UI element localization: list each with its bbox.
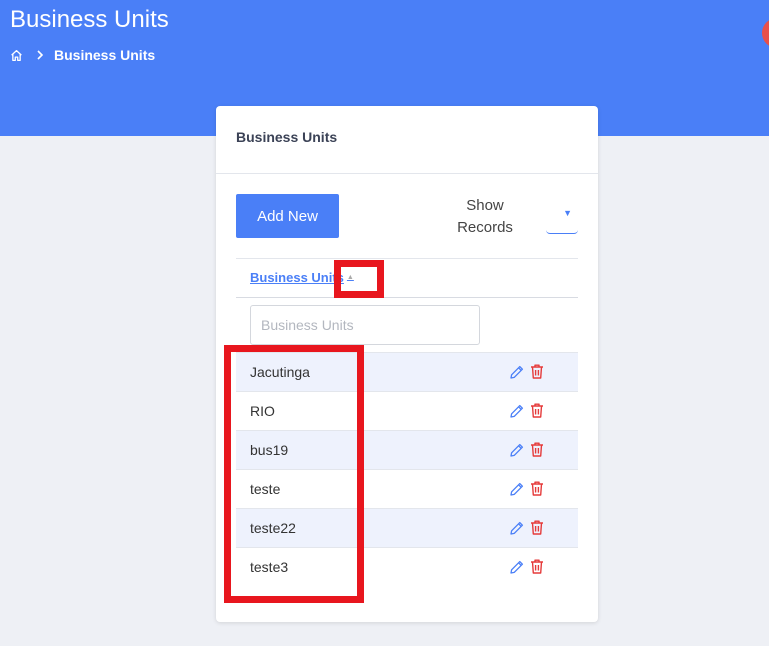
home-icon[interactable] (10, 47, 24, 63)
table-divider (236, 258, 578, 259)
records-per-page-select[interactable]: ▼ (546, 204, 578, 234)
annotation-box-rows (224, 345, 364, 603)
card-divider (216, 173, 598, 174)
page-title: Business Units (10, 6, 169, 33)
edit-icon[interactable] (507, 557, 526, 576)
add-new-button[interactable]: Add New (236, 194, 339, 238)
trash-icon[interactable] (527, 518, 546, 537)
edit-icon[interactable] (507, 518, 526, 537)
annotation-box-sort (334, 260, 384, 298)
caret-down-icon: ▼ (563, 208, 572, 218)
breadcrumb-current: Business Units (54, 47, 156, 63)
edit-icon[interactable] (507, 362, 526, 381)
column-header-label: Business Units (250, 270, 344, 285)
trash-icon[interactable] (527, 557, 546, 576)
show-records-label: Show Records (457, 197, 513, 236)
edit-icon[interactable] (507, 479, 526, 498)
trash-icon[interactable] (527, 479, 546, 498)
trash-icon[interactable] (527, 401, 546, 420)
edit-icon[interactable] (507, 401, 526, 420)
trash-icon[interactable] (527, 362, 546, 381)
chevron-right-icon (36, 50, 44, 60)
header-divider (236, 297, 578, 298)
breadcrumb: Business Units (10, 47, 155, 63)
business-units-filter-input[interactable] (250, 305, 480, 345)
trash-icon[interactable] (527, 440, 546, 459)
card-title: Business Units (236, 129, 338, 145)
edit-icon[interactable] (507, 440, 526, 459)
